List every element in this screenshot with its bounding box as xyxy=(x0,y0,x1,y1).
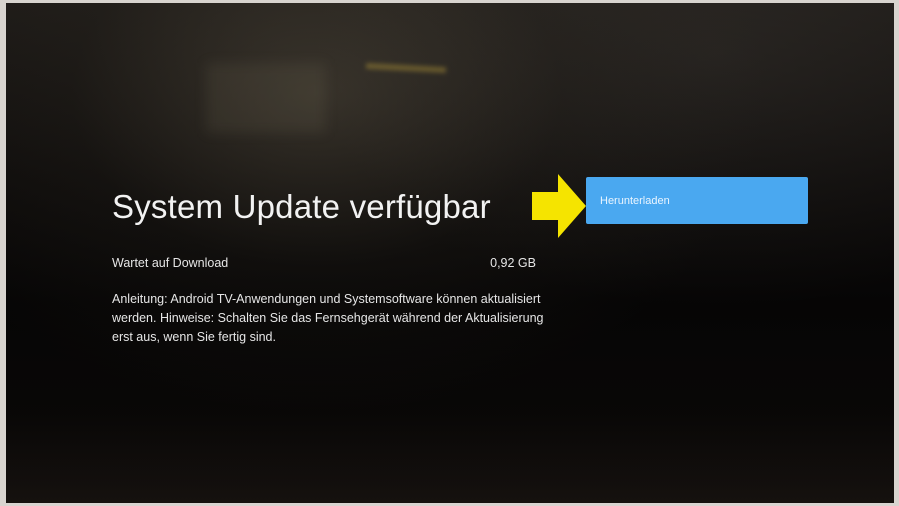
screen-reflection xyxy=(206,63,326,133)
update-description: Anleitung: Android TV-Anwendungen und Sy… xyxy=(112,292,544,344)
tv-photo: System Update verfügbar Wartet auf Downl… xyxy=(0,0,899,506)
screen-reflection-bottom xyxy=(6,413,894,503)
tv-screen xyxy=(6,3,894,503)
status-label: Wartet auf Download xyxy=(112,256,229,270)
download-status-row: Wartet auf Download 0,92 GB xyxy=(112,256,536,270)
screen-reflection-light xyxy=(365,62,447,74)
arrow-right-icon xyxy=(532,174,586,238)
file-size: 0,92 GB xyxy=(490,256,536,270)
page-title: System Update verfügbar xyxy=(112,188,491,225)
download-button[interactable]: Herunterladen xyxy=(586,177,808,224)
